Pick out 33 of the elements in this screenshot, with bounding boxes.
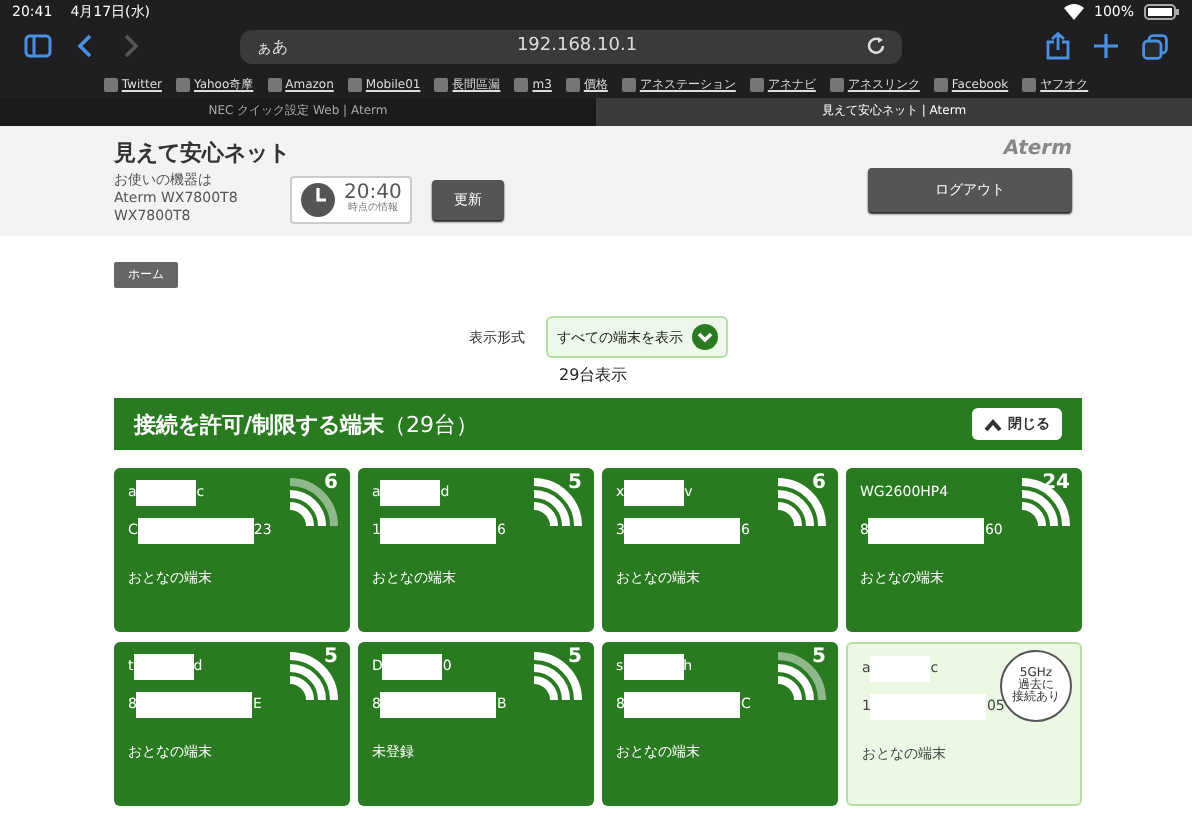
sidebar-icon[interactable] xyxy=(24,34,52,58)
site-title: 見えて安心ネット xyxy=(114,138,292,168)
back-icon[interactable] xyxy=(76,34,96,58)
chevron-down-icon xyxy=(691,324,717,350)
redaction-block xyxy=(137,517,254,543)
redaction-block xyxy=(870,655,931,681)
address-bar[interactable]: ぁあ 192.168.10.1 xyxy=(240,29,902,63)
redaction-block xyxy=(380,479,441,505)
redaction-block xyxy=(868,517,985,543)
redaction-block xyxy=(382,653,443,679)
tabs-icon[interactable] xyxy=(1142,33,1168,59)
device-count: 29台表示 xyxy=(559,364,628,386)
logo: Aterm xyxy=(1003,138,1072,160)
redaction-block xyxy=(623,653,684,679)
redaction-block xyxy=(870,693,987,719)
battery-icon xyxy=(1144,3,1180,19)
share-icon[interactable] xyxy=(1046,32,1070,60)
redaction-block xyxy=(624,691,741,717)
redaction-block xyxy=(380,517,497,543)
redaction-block xyxy=(133,653,194,679)
redaction-block xyxy=(136,691,253,717)
reload-icon[interactable] xyxy=(866,36,886,56)
clock-time: 20:40 xyxy=(344,184,402,204)
clock-icon xyxy=(300,181,336,217)
plus-icon[interactable] xyxy=(1094,34,1118,58)
redaction-block xyxy=(136,479,197,505)
forward-icon xyxy=(120,34,140,58)
redaction-block xyxy=(624,479,685,505)
redaction-block xyxy=(380,691,497,717)
redaction-block xyxy=(624,517,741,543)
wifi-icon xyxy=(1063,3,1084,19)
chevron-up-icon xyxy=(984,417,1002,431)
section-title: 接続を許可/制限する端末（29台） xyxy=(134,409,479,439)
